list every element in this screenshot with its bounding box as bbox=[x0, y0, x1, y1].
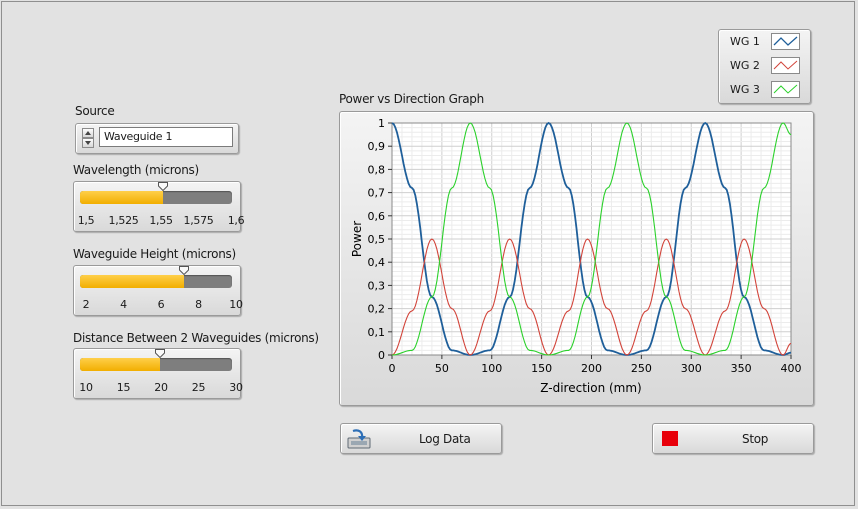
slider-tick-label: 30 bbox=[229, 381, 243, 394]
waveguide-height-label: Waveguide Height (microns) bbox=[73, 247, 236, 261]
slider-tick-label: 1,5 bbox=[77, 214, 95, 227]
legend-entry-name: WG 1 bbox=[730, 35, 760, 48]
slider-track[interactable] bbox=[80, 191, 232, 204]
wavelength-label: Wavelength (microns) bbox=[73, 163, 199, 177]
x-tick-label: 300 bbox=[681, 362, 702, 375]
slider-track[interactable] bbox=[80, 275, 232, 288]
slider-tick-label: 8 bbox=[195, 298, 202, 311]
y-tick-label: 0,2 bbox=[368, 303, 386, 316]
log-data-button[interactable]: Log Data bbox=[340, 423, 502, 454]
log-data-icon bbox=[347, 429, 371, 449]
slider-tick-label: 1,55 bbox=[149, 214, 173, 227]
y-tick-label: 0,4 bbox=[368, 256, 386, 269]
legend-entry-name: WG 3 bbox=[730, 83, 760, 96]
source-ring[interactable]: Waveguide 1 bbox=[75, 123, 239, 154]
y-tick-label: 0,7 bbox=[368, 187, 386, 200]
x-axis-label: Z-direction (mm) bbox=[540, 381, 641, 395]
x-tick-label: 100 bbox=[481, 362, 502, 375]
distance-slider[interactable]: 10 15 20 25 30 bbox=[73, 348, 243, 399]
slider-fill bbox=[80, 275, 184, 288]
y-tick-label: 0 bbox=[378, 349, 385, 362]
source-label: Source bbox=[75, 104, 115, 118]
slider-thumb-icon[interactable] bbox=[178, 266, 189, 275]
slider-thumb-icon[interactable] bbox=[155, 349, 166, 358]
wavelength-slider[interactable]: 1,5 1,525 1,55 1,575 1,6 bbox=[73, 181, 245, 232]
x-tick-label: 0 bbox=[389, 362, 396, 375]
waveguide-height-slider[interactable]: 2 4 6 8 10 bbox=[73, 265, 243, 316]
x-tick-label: 350 bbox=[731, 362, 752, 375]
power-chart[interactable]: 0 0,1 0,2 0,3 0,4 0,5 0,6 0,7 0,8 0,9 1 0 50 100 150 20… bbox=[340, 112, 813, 405]
legend-entry-name: WG 2 bbox=[730, 59, 760, 72]
slider-tick-label: 25 bbox=[191, 381, 206, 394]
slider-tick-label: 1,6 bbox=[227, 214, 245, 227]
slider-tick-label: 2 bbox=[82, 298, 90, 311]
y-tick-label: 0,3 bbox=[368, 279, 386, 292]
slider-tick-label: 15 bbox=[116, 381, 131, 394]
slider-fill bbox=[80, 191, 163, 204]
slider-track[interactable] bbox=[80, 358, 232, 371]
x-tick-label: 50 bbox=[435, 362, 449, 375]
y-tick-label: 0,1 bbox=[368, 326, 386, 339]
stop-icon bbox=[662, 431, 678, 446]
stop-label: Stop bbox=[742, 432, 769, 446]
slider-thumb-icon[interactable] bbox=[157, 182, 168, 191]
slider-fill bbox=[80, 358, 161, 371]
slider-tick-label: 1,575 bbox=[183, 214, 214, 227]
slider-tick-label: 20 bbox=[154, 381, 168, 394]
slider-tick-label: 10 bbox=[79, 381, 93, 394]
x-tick-label: 400 bbox=[781, 362, 802, 375]
y-tick-label: 1 bbox=[378, 117, 385, 130]
x-tick-label: 200 bbox=[581, 362, 602, 375]
legend-swatch-wg2[interactable] bbox=[771, 57, 800, 74]
y-tick-label: 0,9 bbox=[368, 140, 386, 153]
y-tick-label: 0,8 bbox=[368, 163, 386, 176]
increment-arrow-icon[interactable] bbox=[82, 128, 94, 138]
legend-swatch-wg3[interactable] bbox=[771, 81, 800, 98]
source-ring-value[interactable]: Waveguide 1 bbox=[99, 127, 233, 147]
grid-lines bbox=[391, 122, 792, 356]
slider-tick-label: 4 bbox=[120, 298, 127, 311]
y-axis-label: Power bbox=[350, 221, 364, 257]
x-tick-label: 250 bbox=[631, 362, 652, 375]
graph-title: Power vs Direction Graph bbox=[339, 92, 484, 106]
log-data-label: Log Data bbox=[419, 432, 471, 446]
distance-label: Distance Between 2 Waveguides (microns) bbox=[73, 331, 319, 345]
y-tick-label: 0,6 bbox=[368, 210, 386, 223]
plot-legend[interactable]: WG 1 WG 2 WG 3 bbox=[718, 29, 811, 104]
y-tick-label: 0,5 bbox=[368, 233, 386, 246]
slider-tick-label: 6 bbox=[157, 298, 165, 311]
decrement-arrow-icon[interactable] bbox=[82, 138, 94, 148]
stop-button[interactable]: Stop bbox=[652, 423, 814, 454]
legend-swatch-wg1[interactable] bbox=[771, 33, 800, 50]
slider-tick-label: 1,525 bbox=[108, 214, 139, 227]
power-graph[interactable]: 0 0,1 0,2 0,3 0,4 0,5 0,6 0,7 0,8 0,9 1 0 50 100 150 20… bbox=[339, 111, 814, 406]
slider-tick-label: 10 bbox=[229, 298, 243, 311]
x-tick-label: 150 bbox=[531, 362, 552, 375]
